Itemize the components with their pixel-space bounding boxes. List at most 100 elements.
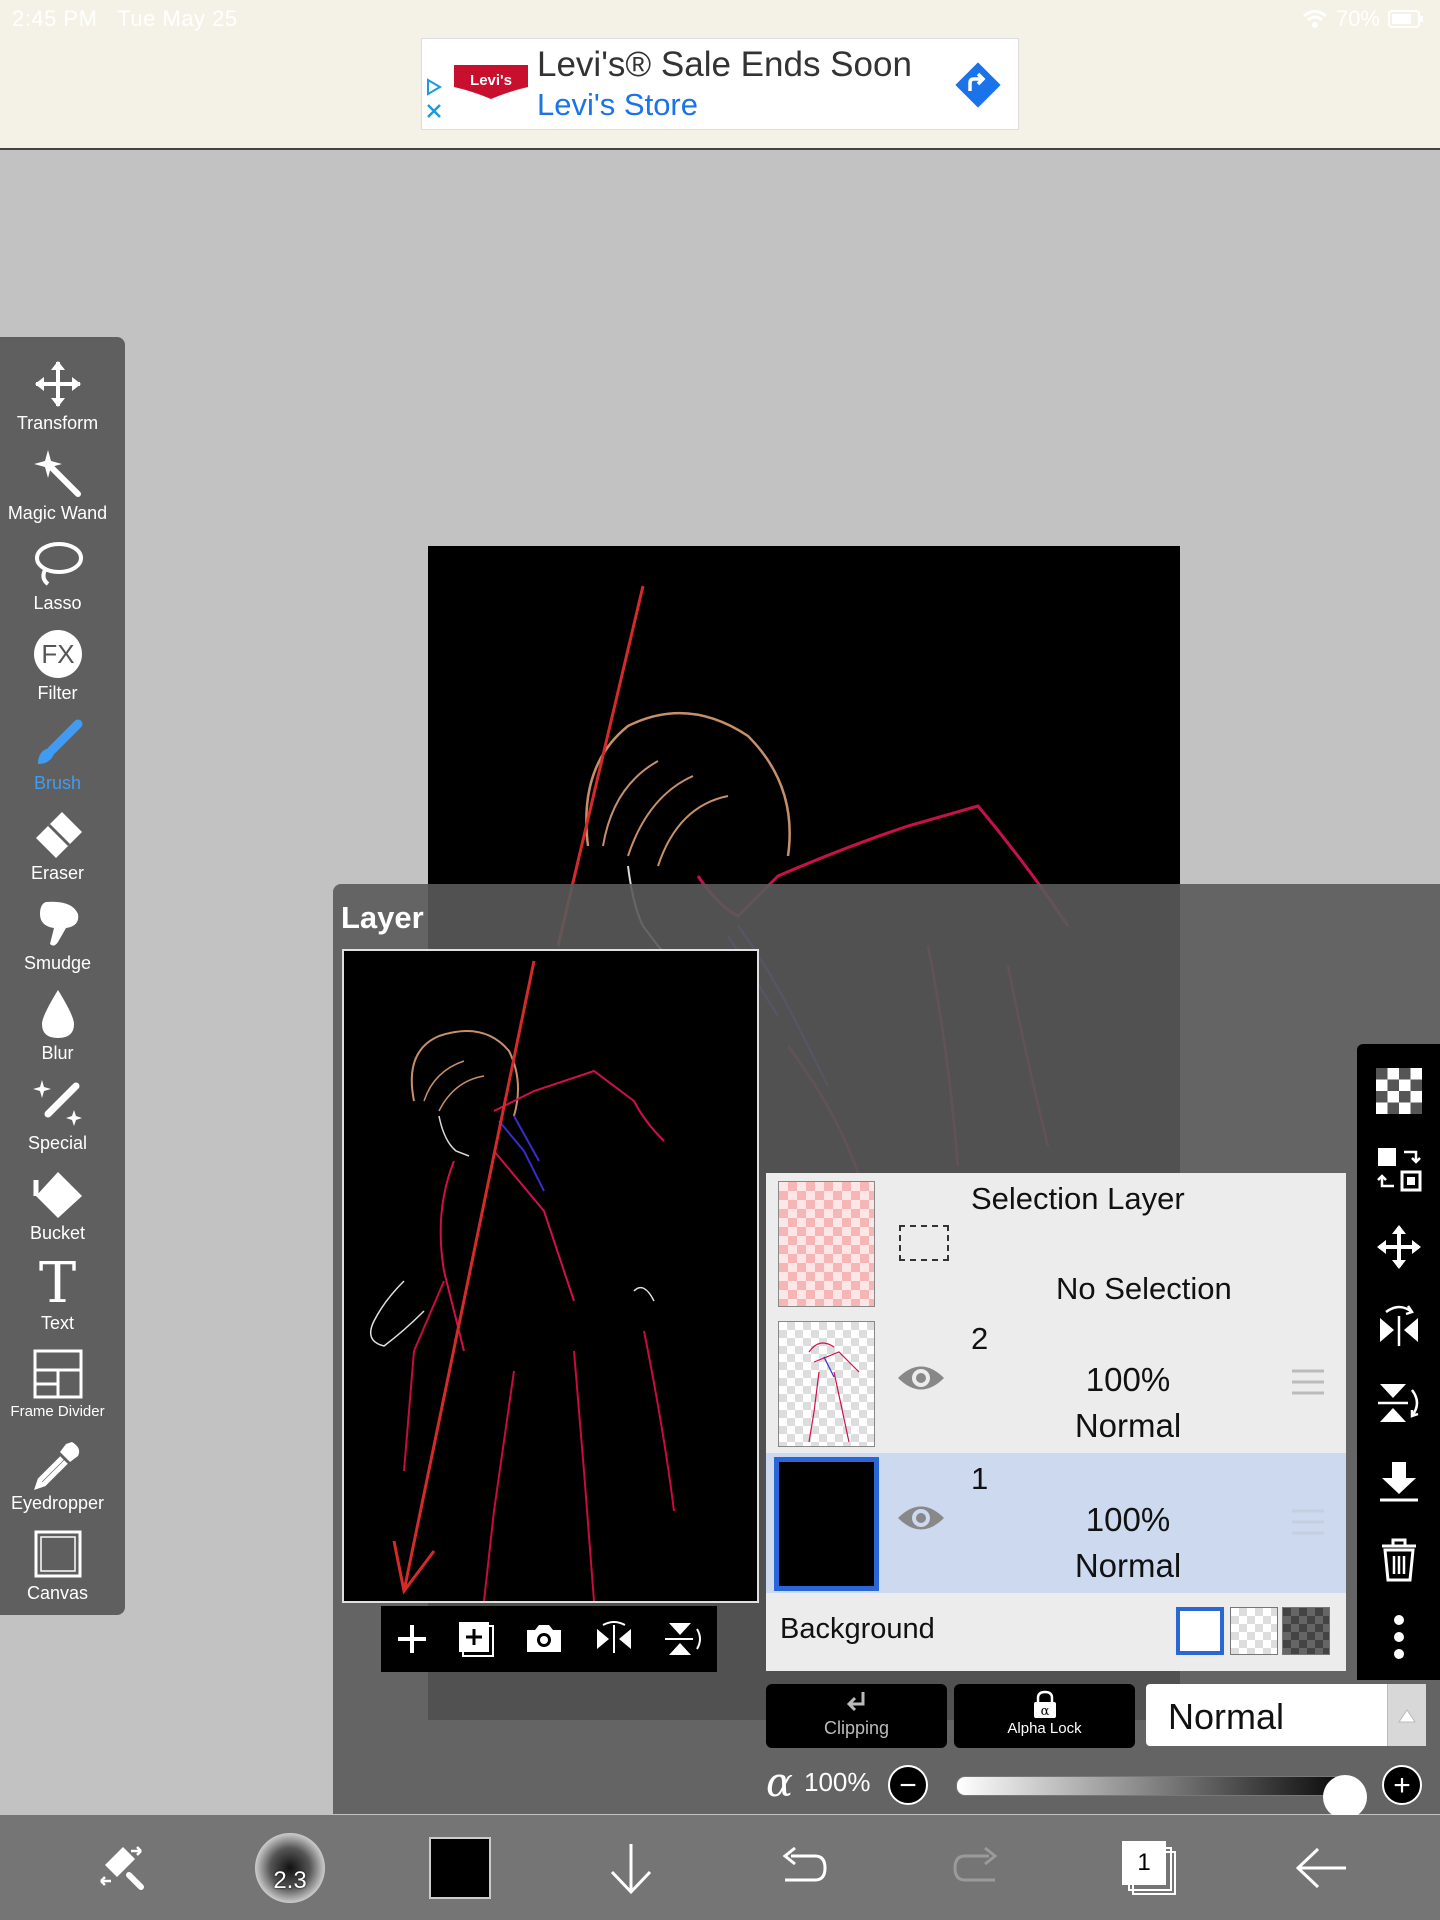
layer-row[interactable]: 1 100% Normal: [766, 1453, 1346, 1595]
lock-icon: α: [954, 1684, 1135, 1720]
move-arrows-icon: [0, 355, 115, 413]
selection-layer-thumbnail: [778, 1181, 875, 1307]
flip-vertical-icon[interactable]: [1357, 1366, 1440, 1440]
tool-label: Frame Divider: [10, 1403, 105, 1420]
layers-button[interactable]: 1: [1116, 1815, 1182, 1920]
selection-dashed-icon: [899, 1225, 949, 1261]
blend-mode-dropdown[interactable]: Normal: [1146, 1684, 1426, 1746]
dropdown-arrow-icon: [1387, 1684, 1426, 1746]
alpha-lock-button[interactable]: α Alpha Lock: [954, 1684, 1135, 1748]
selection-layer-row[interactable]: Selection Layer No Selection: [766, 1173, 1346, 1315]
tool-label: Special: [27, 1133, 88, 1153]
move-layer-content-icon[interactable]: [1357, 1132, 1440, 1206]
layer-thumbnail: [774, 1457, 879, 1591]
layers-stack-icon: 1: [1122, 1840, 1176, 1895]
tool-label: Bucket: [29, 1223, 86, 1243]
smudge-icon: [0, 895, 115, 953]
camera-icon[interactable]: [523, 1622, 565, 1656]
add-layer-icon[interactable]: [395, 1622, 429, 1656]
tool-brush[interactable]: Brush: [0, 715, 115, 794]
tool-canvas[interactable]: Canvas: [0, 1525, 115, 1604]
opacity-row: α 100% − +: [766, 1760, 1440, 1819]
merge-down-icon[interactable]: [1357, 1444, 1440, 1518]
tool-filter[interactable]: FX Filter: [0, 625, 115, 704]
opacity-value: 100%: [804, 1767, 871, 1797]
ad-close-icon[interactable]: [424, 101, 444, 121]
tool-label: Smudge: [23, 953, 92, 973]
clipping-arrow-icon: [766, 1684, 947, 1718]
fx-icon: FX: [0, 625, 115, 683]
background-transparent-swatch[interactable]: [1230, 1607, 1278, 1655]
tool-text[interactable]: T Text: [0, 1255, 115, 1334]
tool-label: Canvas: [26, 1583, 89, 1603]
tool-transform[interactable]: Transform: [0, 355, 115, 434]
clipping-button[interactable]: Clipping: [766, 1684, 947, 1748]
battery-icon: [1388, 9, 1424, 29]
layer-blend-mode: Normal: [1074, 1407, 1182, 1444]
tool-magic-wand[interactable]: Magic Wand: [0, 445, 115, 524]
text-icon: T: [38, 1251, 77, 1316]
date-text: Tue May 25: [117, 6, 238, 31]
swap-tools-icon[interactable]: [85, 1815, 155, 1920]
more-options-icon[interactable]: [1357, 1600, 1440, 1674]
redo-icon: [946, 1815, 1008, 1920]
flip-horizontal-icon[interactable]: [593, 1621, 635, 1657]
tool-sidebar: Transform Magic Wand Lasso FX Filter Bru…: [0, 337, 125, 1615]
background-dark-swatch[interactable]: [1282, 1607, 1330, 1655]
svg-text:FX: FX: [41, 639, 74, 669]
ad-choices-icon[interactable]: [424, 77, 444, 97]
tool-frame-divider[interactable]: Frame Divider: [0, 1345, 115, 1420]
tool-eraser[interactable]: Eraser: [0, 805, 115, 884]
layer-row[interactable]: 2 100% Normal: [766, 1313, 1346, 1455]
layer-opacity: 100%: [1085, 1501, 1171, 1538]
layer-blend-mode: Normal: [1074, 1547, 1182, 1584]
tool-label: Brush: [33, 773, 82, 793]
trash-icon[interactable]: [1357, 1522, 1440, 1596]
add-layer-copy-icon[interactable]: [457, 1620, 495, 1658]
brush-size-value: 2.3: [273, 1866, 307, 1894]
layer-panel: Layer Selection Layer No Selection 2 100…: [333, 884, 1440, 1814]
checker-transparency-icon[interactable]: [1357, 1054, 1440, 1128]
tool-label: Text: [40, 1313, 74, 1333]
tool-label: Transform: [16, 413, 99, 433]
current-color-swatch: [429, 1836, 491, 1899]
layer-preview[interactable]: [342, 949, 759, 1603]
selection-layer-status: No Selection: [1056, 1271, 1232, 1306]
tool-blur[interactable]: Blur: [0, 985, 115, 1064]
brush-size-icon: 2.3: [255, 1832, 325, 1903]
top-bar: 2:45 PM Tue May 25 70% Levi's Levi's® Sa…: [0, 0, 1440, 150]
tool-label: Lasso: [33, 593, 82, 613]
opacity-slider-knob[interactable]: [1323, 1775, 1367, 1819]
tool-lasso[interactable]: Lasso: [0, 535, 115, 614]
flip-horizontal-icon[interactable]: [1357, 1288, 1440, 1362]
bucket-icon: [0, 1165, 115, 1223]
flip-vertical-icon[interactable]: [663, 1619, 703, 1659]
opacity-slider[interactable]: [956, 1775, 1367, 1819]
visibility-eye-icon[interactable]: [896, 1361, 946, 1395]
layer-opacity: 100%: [1085, 1361, 1171, 1398]
ad-banner[interactable]: Levi's Levi's® Sale Ends Soon Levi's Sto…: [421, 38, 1019, 130]
opacity-increase-button[interactable]: +: [1382, 1765, 1422, 1805]
tool-bucket[interactable]: Bucket: [0, 1165, 115, 1244]
background-white-swatch[interactable]: [1176, 1607, 1224, 1655]
ad-title[interactable]: Levi's® Sale Ends Soon: [537, 45, 912, 85]
visibility-eye-icon[interactable]: [896, 1501, 946, 1535]
undo-icon[interactable]: [772, 1815, 834, 1920]
tool-eyedropper[interactable]: Eyedropper: [0, 1435, 115, 1514]
opacity-decrease-button[interactable]: −: [888, 1765, 928, 1805]
tool-special[interactable]: Special: [0, 1075, 115, 1154]
layer-panel-title: Layer: [341, 900, 424, 935]
brush-size-indicator[interactable]: 2.3: [250, 1815, 330, 1920]
directions-icon[interactable]: [952, 59, 1004, 111]
down-arrow-icon[interactable]: [600, 1815, 662, 1920]
status-indicators: 70%: [1302, 6, 1424, 32]
color-swatch-button[interactable]: [428, 1815, 492, 1920]
selection-layer-name: Selection Layer: [971, 1181, 1185, 1216]
drag-handle-icon[interactable]: [1290, 1367, 1326, 1397]
canvas-icon: [0, 1525, 115, 1583]
back-arrow-icon[interactable]: [1290, 1815, 1354, 1920]
ad-subtitle[interactable]: Levi's Store: [537, 87, 698, 123]
drag-handle-icon[interactable]: [1290, 1507, 1326, 1537]
move-icon[interactable]: [1357, 1210, 1440, 1284]
tool-smudge[interactable]: Smudge: [0, 895, 115, 974]
